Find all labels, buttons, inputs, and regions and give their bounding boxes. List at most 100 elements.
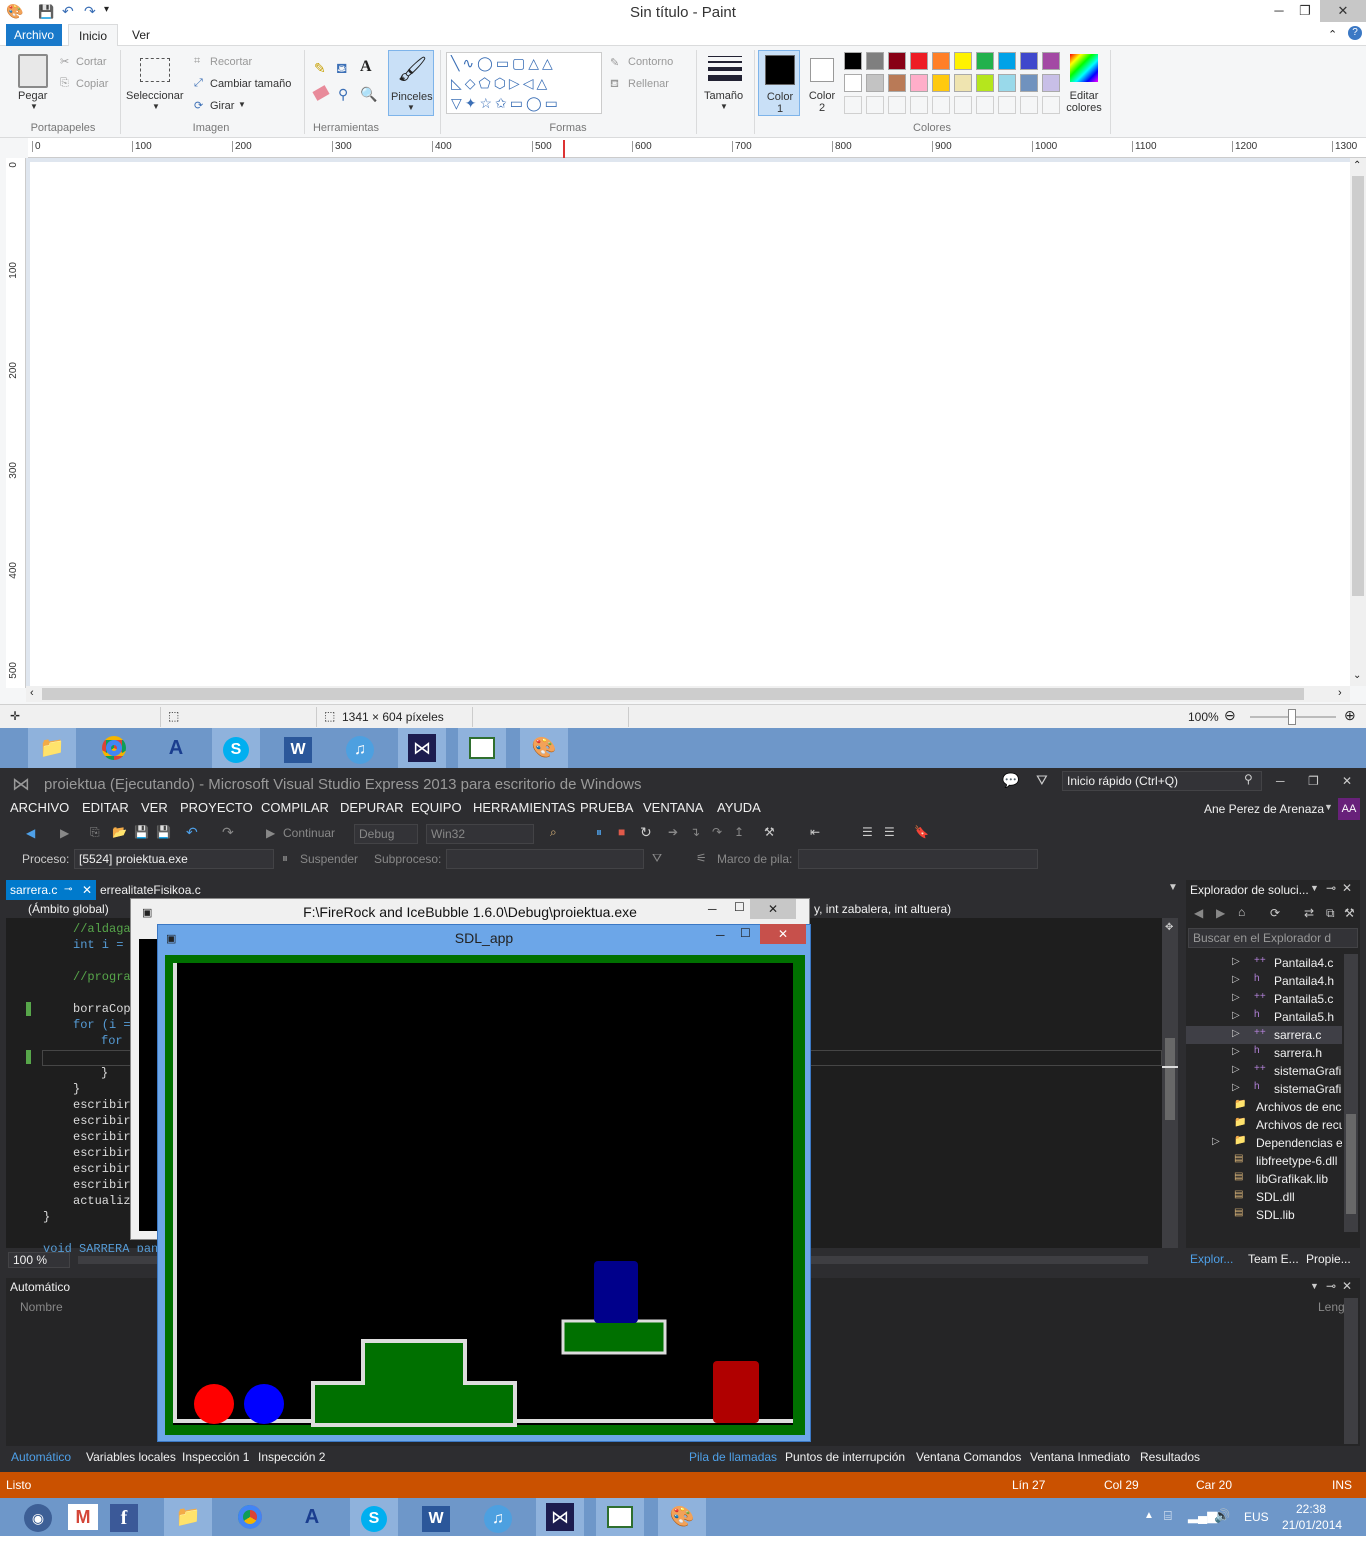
color-swatch[interactable] [866, 74, 884, 92]
word-icon[interactable]: W [274, 728, 322, 768]
solution-item[interactable]: 📁 Archivos de enca [1186, 1098, 1342, 1116]
thread-dropdown[interactable] [446, 849, 644, 869]
custom-color-slot[interactable] [888, 96, 906, 114]
scroll-left-icon[interactable]: ‹ [30, 687, 34, 699]
custom-color-slot[interactable] [844, 96, 862, 114]
color-swatch[interactable] [888, 52, 906, 70]
break-all-icon[interactable]: ⏸ [596, 825, 602, 840]
user-dropdown-icon[interactable]: ▼ [1324, 802, 1333, 812]
color2-button[interactable]: Color 2 [802, 50, 842, 116]
brushes-button[interactable]: 🖌 Pinceles ▼ [388, 50, 434, 116]
scroll-thumb[interactable] [1346, 1114, 1356, 1214]
autos-column-lang[interactable]: Leng [1318, 1300, 1345, 1314]
fill-bucket-icon[interactable]: ⛾ [336, 60, 347, 79]
custom-color-slot[interactable] [1020, 96, 1038, 114]
tab-autos[interactable]: Automático [11, 1450, 71, 1464]
color-swatch[interactable] [932, 52, 950, 70]
stack-frame-icon[interactable]: ⚟ [696, 851, 707, 865]
tab-immediate-window[interactable]: Ventana Inmediato [1030, 1450, 1130, 1464]
custom-color-slot[interactable] [1042, 96, 1060, 114]
visual-studio-icon[interactable]: ⋈ [536, 1498, 584, 1536]
home-icon[interactable]: ⌂ [1238, 905, 1245, 919]
tab-inicio[interactable]: Inicio [68, 24, 118, 46]
user-avatar[interactable]: AA [1338, 798, 1360, 820]
collapse-ribbon-icon[interactable]: ⌃ [1328, 28, 1337, 41]
scroll-right-icon[interactable]: › [1338, 687, 1342, 699]
scope-dropdown[interactable]: (Ámbito global) [6, 900, 132, 920]
paste-button[interactable]: Pegar [18, 90, 47, 102]
color-swatch[interactable] [954, 52, 972, 70]
expand-arrow-icon[interactable]: ▷ [1232, 1082, 1240, 1093]
suspend-icon[interactable]: ⏸ [282, 851, 288, 866]
menu-equipo[interactable]: EQUIPO [411, 800, 462, 815]
vertical-scrollbar[interactable]: ⌃ ⌄ [1350, 158, 1366, 686]
arduino-a-icon[interactable]: A [152, 728, 200, 768]
quick-launch-input[interactable]: Inicio rápido (Ctrl+Q) [1062, 771, 1262, 791]
show-next-statement-icon[interactable]: ➔ [668, 825, 678, 839]
outdent-icon[interactable]: ☰ [884, 825, 895, 839]
vs-minimize-button[interactable]: ─ [1276, 774, 1285, 788]
filter-icon[interactable]: ⛛ [1036, 772, 1048, 789]
solution-item[interactable]: ▷ ++ Pantaila4.c [1186, 954, 1342, 972]
facebook-icon[interactable]: f [110, 1504, 138, 1532]
panel-menu-icon[interactable]: ▼ [1310, 1281, 1319, 1291]
panel-menu-icon[interactable]: ▼ [1310, 883, 1319, 893]
process-dropdown[interactable]: [5524] proiektua.exe [74, 849, 274, 869]
step-into-icon[interactable]: ↴ [690, 825, 700, 839]
color-swatch[interactable] [1042, 74, 1060, 92]
bookmark-icon[interactable]: 🔖 [914, 825, 929, 839]
console-app-icon[interactable] [458, 728, 506, 768]
visual-studio-icon[interactable]: ⋈ [398, 728, 446, 768]
user-name[interactable]: Ane Perez de Arenaza [1204, 802, 1324, 816]
properties-icon[interactable]: ⚒ [1344, 906, 1355, 920]
suspend-button[interactable]: Suspender [300, 852, 358, 866]
horizontal-scrollbar[interactable]: ‹ › [26, 686, 1350, 702]
expand-arrow-icon[interactable]: ▷ [1232, 1010, 1240, 1021]
scroll-up-icon[interactable]: ⌃ [1353, 160, 1361, 171]
size-dropdown-icon[interactable]: ▼ [720, 102, 728, 111]
cut-button[interactable]: Cortar [76, 56, 107, 68]
itunes-icon[interactable]: ♫ [474, 1498, 522, 1536]
tab-locals[interactable]: Variables locales [86, 1450, 176, 1464]
expand-arrow-icon[interactable]: ▷ [1232, 992, 1240, 1003]
nav-forward-icon[interactable]: ▶ [60, 826, 69, 840]
color-picker-icon[interactable]: ⚲ [338, 86, 348, 103]
solution-item[interactable]: ▤ libfreetype-6.dll [1186, 1152, 1342, 1170]
arduino-a-icon[interactable]: A [288, 1498, 336, 1536]
redo-icon[interactable]: ↷ [222, 824, 234, 841]
volume-icon[interactable]: 🔊 [1214, 1508, 1230, 1524]
color-swatch[interactable] [976, 74, 994, 92]
feedback-icon[interactable]: 💬 [1002, 772, 1019, 789]
zoom-slider-thumb[interactable] [1288, 709, 1296, 725]
custom-color-slot[interactable] [866, 96, 884, 114]
tab-watch2[interactable]: Inspección 2 [258, 1450, 325, 1464]
solution-item[interactable]: ▤ SDL.lib [1186, 1206, 1342, 1224]
autos-scrollbar[interactable] [1344, 1298, 1358, 1444]
tab-team-explorer[interactable]: Team E... [1248, 1252, 1299, 1266]
editor-vertical-scrollbar[interactable]: ✥ [1162, 918, 1178, 1248]
menu-compilar[interactable]: COMPILAR [261, 800, 329, 815]
tab-call-stack[interactable]: Pila de llamadas [689, 1450, 777, 1464]
solution-search-input[interactable]: Buscar en el Explorador d [1188, 928, 1358, 948]
scroll-thumb[interactable] [42, 688, 1304, 700]
solution-item[interactable]: ▷ h Pantaila5.h [1186, 1008, 1342, 1026]
menu-proyecto[interactable]: PROYECTO [180, 800, 253, 815]
tab-ver[interactable]: Ver [124, 24, 158, 46]
expand-arrow-icon[interactable]: ▷ [1232, 974, 1240, 985]
hex-display-icon[interactable]: ⚒ [764, 825, 775, 839]
tab-watch1[interactable]: Inspección 1 [182, 1450, 249, 1464]
sdl-maximize-button[interactable]: ☐ [740, 926, 751, 940]
nav-back-icon[interactable]: ◀ [26, 826, 35, 840]
clock-time[interactable]: 22:38 [1296, 1502, 1326, 1516]
solution-item[interactable]: ▷ h sistemaGrafik [1186, 1080, 1342, 1098]
color-swatch[interactable] [932, 74, 950, 92]
tab-overflow-icon[interactable]: ▼ [1168, 882, 1178, 893]
back-icon[interactable]: ◀ [1194, 906, 1203, 920]
vs-restore-button[interactable]: ❐ [1308, 774, 1319, 788]
start-button-icon[interactable]: ◉ [24, 1504, 52, 1532]
clock-date[interactable]: 21/01/2014 [1282, 1518, 1342, 1532]
color-swatch[interactable] [910, 74, 928, 92]
scroll-thumb[interactable] [1352, 176, 1364, 596]
menu-prueba[interactable]: PRUEBA [580, 800, 633, 815]
color-swatch[interactable] [998, 52, 1016, 70]
